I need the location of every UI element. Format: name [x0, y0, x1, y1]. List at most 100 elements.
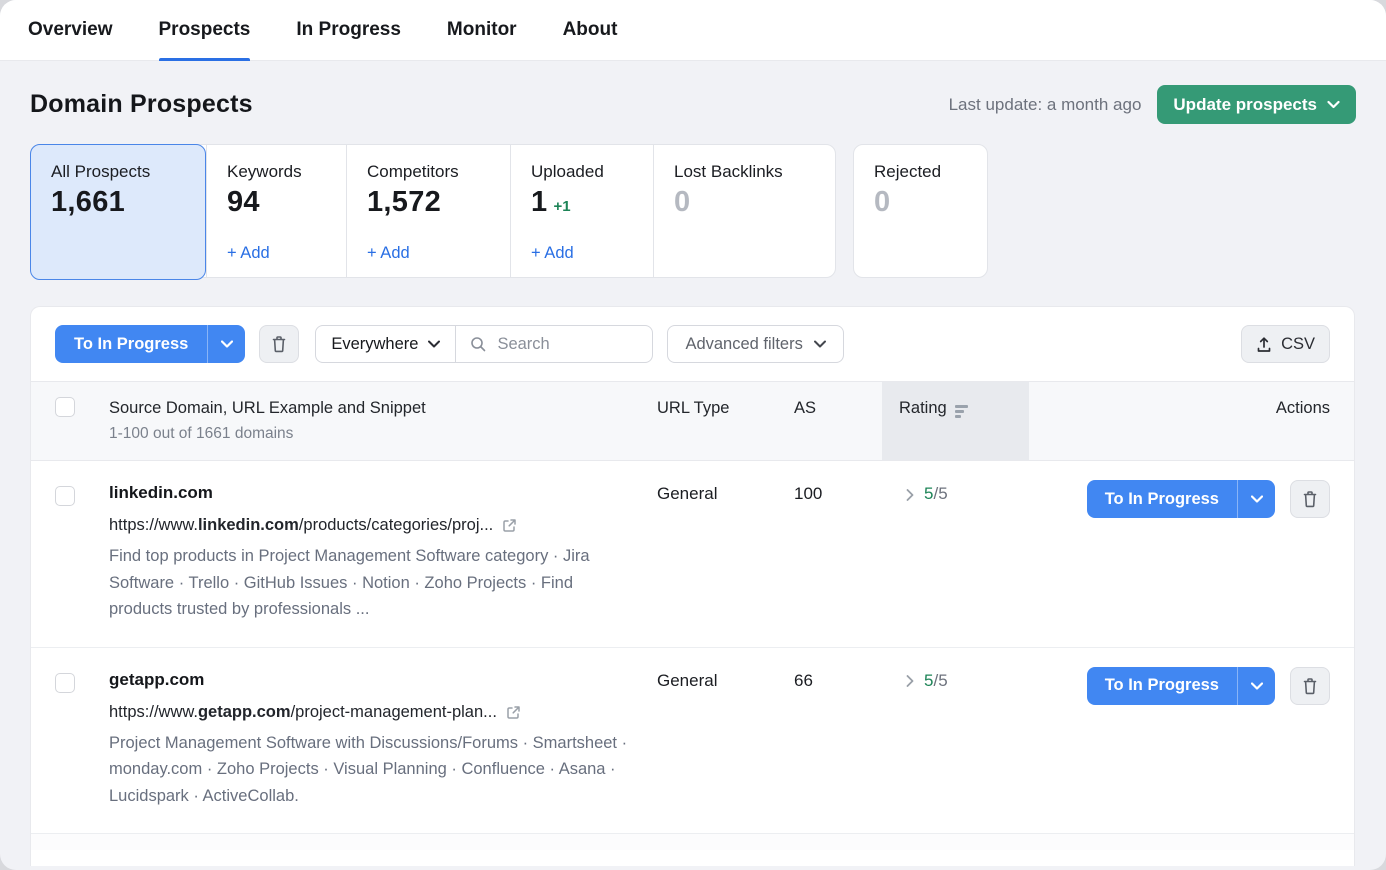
bulk-action-label: To In Progress [55, 325, 207, 363]
row-checkbox[interactable] [55, 486, 75, 506]
url-type-value: General [657, 483, 794, 504]
url-type-value: General [657, 670, 794, 691]
export-csv-button[interactable]: CSV [1241, 325, 1330, 363]
tab-about[interactable]: About [563, 0, 618, 61]
row-actions: To In Progress [1029, 480, 1330, 518]
table-row: getapp.com https://www.getapp.com/projec… [31, 648, 1354, 835]
action-caret[interactable] [1237, 480, 1275, 518]
rating-total: /5 [933, 484, 947, 503]
table-row: linkedin.com https://www.linkedin.com/pr… [31, 461, 1354, 648]
card-value: 1,661 [51, 186, 125, 219]
card-all-prospects[interactable]: All Prospects 1,661 [30, 144, 206, 280]
card-value: 94 [227, 186, 260, 219]
csv-label: CSV [1281, 335, 1315, 354]
delete-row-button[interactable] [1290, 667, 1330, 705]
link-building-tool-app: Overview Prospects In Progress Monitor A… [0, 0, 1386, 870]
to-in-progress-label: To In Progress [1087, 667, 1237, 705]
to-in-progress-button[interactable]: To In Progress [1087, 667, 1275, 705]
card-competitors[interactable]: Competitors 1,572 + Add [346, 145, 510, 277]
card-label: Uploaded [531, 162, 633, 182]
trash-icon [1302, 490, 1318, 508]
tab-bar: Overview Prospects In Progress Monitor A… [0, 0, 1386, 61]
advanced-filters-button[interactable]: Advanced filters [667, 325, 843, 363]
search-scope-value: Everywhere [331, 335, 418, 354]
column-rating-sorted[interactable]: Rating [882, 382, 1029, 460]
trash-icon [271, 335, 287, 353]
prospect-filter-cards: All Prospects 1,661 Keywords 94 + Add Co… [0, 124, 1386, 278]
last-update-text: Last update: a month ago [949, 95, 1142, 115]
chevron-down-icon [1327, 100, 1340, 109]
card-label: Rejected [874, 162, 967, 182]
chevron-down-icon [1251, 682, 1263, 690]
external-link-icon[interactable] [506, 705, 521, 720]
card-value: 1,572 [367, 186, 441, 219]
to-in-progress-button[interactable]: To In Progress [1087, 480, 1275, 518]
column-url-type: URL Type [657, 382, 794, 418]
rating-cell: 5/5 [882, 483, 1029, 504]
next-row-partial [31, 834, 1354, 850]
column-rating-label: Rating [899, 399, 947, 418]
trash-icon [1302, 677, 1318, 695]
update-prospects-label: Update prospects [1173, 95, 1317, 115]
table-header: Source Domain, URL Example and Snippet 1… [31, 381, 1354, 461]
add-keywords-link[interactable]: + Add [227, 244, 326, 263]
card-label: Lost Backlinks [674, 162, 815, 182]
rating-total: /5 [933, 671, 947, 690]
search-icon [470, 336, 486, 352]
card-label: All Prospects [51, 162, 185, 182]
card-label: Competitors [367, 162, 490, 182]
delete-row-button[interactable] [1290, 480, 1330, 518]
action-caret[interactable] [1237, 667, 1275, 705]
select-all-checkbox[interactable] [55, 397, 75, 417]
expand-rating-icon[interactable] [906, 675, 914, 687]
row-actions: To In Progress [1029, 667, 1330, 705]
tab-monitor[interactable]: Monitor [447, 0, 517, 61]
chevron-down-icon [221, 340, 233, 348]
search-box [456, 326, 652, 362]
page-title: Domain Prospects [30, 90, 253, 119]
pagination-summary: 1-100 out of 1661 domains [109, 425, 657, 460]
bulk-to-in-progress-button[interactable]: To In Progress [55, 325, 245, 363]
card-delta-badge: +1 [553, 198, 570, 215]
row-checkbox[interactable] [55, 673, 75, 693]
bulk-action-caret[interactable] [207, 325, 245, 363]
url-snippet: Find top products in Project Management … [109, 543, 629, 623]
card-keywords[interactable]: Keywords 94 + Add [206, 145, 346, 277]
table-toolbar: To In Progress Everywhere Advance [31, 307, 1354, 381]
column-as: AS [794, 382, 882, 418]
search-input[interactable] [495, 334, 638, 355]
update-prospects-button[interactable]: Update prospects [1157, 85, 1356, 124]
rating-cell: 5/5 [882, 670, 1029, 691]
bulk-delete-button[interactable] [259, 325, 299, 363]
url-example: https://www.getapp.com/project-managemen… [109, 703, 657, 722]
source-domain: linkedin.com [109, 483, 657, 503]
url-example: https://www.linkedin.com/products/catego… [109, 516, 657, 535]
source-domain: getapp.com [109, 670, 657, 690]
tab-overview[interactable]: Overview [28, 0, 113, 61]
cards-group: All Prospects 1,661 Keywords 94 + Add Co… [30, 144, 836, 278]
column-actions: Actions [1029, 382, 1330, 418]
sort-descending-icon [955, 405, 968, 418]
card-value: 0 [874, 186, 890, 219]
card-uploaded[interactable]: Uploaded 1 +1 + Add [510, 145, 653, 277]
external-link-icon[interactable] [502, 518, 517, 533]
chevron-down-icon [814, 340, 826, 348]
card-lost-backlinks[interactable]: Lost Backlinks 0 [653, 145, 835, 277]
column-source-domain: Source Domain, URL Example and Snippet [109, 382, 657, 418]
prospects-table-card: To In Progress Everywhere Advance [30, 306, 1355, 866]
card-rejected[interactable]: Rejected 0 [853, 144, 988, 278]
search-filter-group: Everywhere [315, 325, 653, 363]
tab-in-progress[interactable]: In Progress [296, 0, 401, 61]
as-value: 66 [794, 670, 882, 691]
url-snippet: Project Management Software with Discuss… [109, 730, 629, 810]
to-in-progress-label: To In Progress [1087, 480, 1237, 518]
as-value: 100 [794, 483, 882, 504]
add-competitors-link[interactable]: + Add [367, 244, 490, 263]
tab-prospects[interactable]: Prospects [159, 0, 251, 61]
page-header: Domain Prospects Last update: a month ag… [0, 61, 1386, 124]
card-value: 1 [531, 186, 547, 219]
expand-rating-icon[interactable] [906, 489, 914, 501]
advanced-filters-label: Advanced filters [685, 335, 802, 354]
search-scope-select[interactable]: Everywhere [316, 326, 456, 362]
add-uploaded-link[interactable]: + Add [531, 244, 633, 263]
